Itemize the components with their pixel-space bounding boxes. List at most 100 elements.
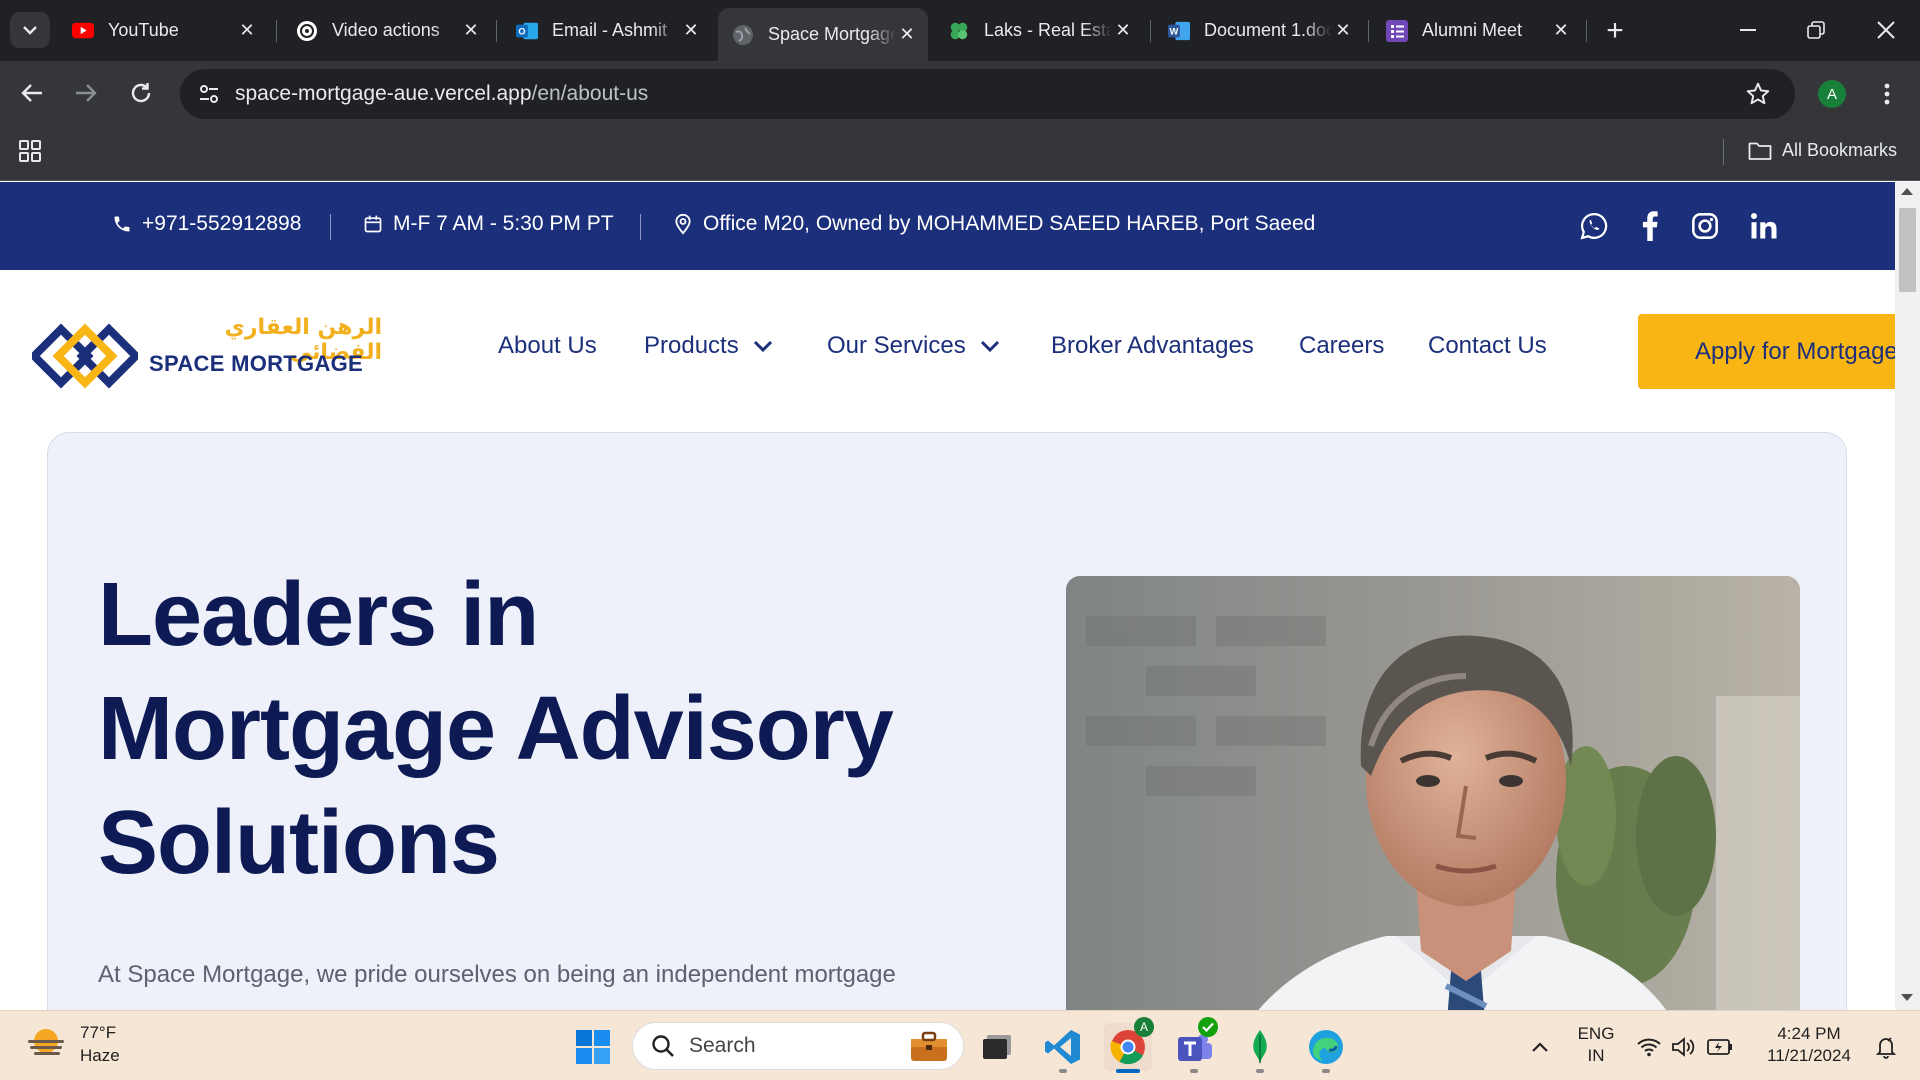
calendar-icon (364, 215, 382, 233)
phone-link[interactable]: +971-552912898 (112, 212, 301, 236)
reload-button[interactable] (121, 73, 161, 113)
browser-tab-strip: YouTube ✕ Video actions ✕ O Email - Ashm… (0, 0, 1920, 61)
tab-alumni-meet[interactable]: Alumni Meet ✕ (1372, 12, 1582, 49)
weather-temp: 77°F (80, 1023, 117, 1042)
close-icon[interactable]: ✕ (1550, 20, 1572, 42)
chrome-profile-badge: A (1134, 1017, 1154, 1037)
close-icon[interactable]: ✕ (236, 20, 258, 42)
url-host: space-mortgage-aue.vercel.app (235, 82, 532, 105)
mongodb-taskbar-icon[interactable] (1236, 1023, 1284, 1071)
check-badge-icon (1198, 1017, 1218, 1037)
running-indicator (1190, 1069, 1198, 1073)
clock[interactable]: 4:24 PM 11/21/2024 (1754, 1023, 1864, 1067)
nav-label: Broker Advantages (1051, 332, 1254, 359)
whatsapp-icon[interactable] (1576, 208, 1612, 244)
close-icon[interactable]: ✕ (1332, 20, 1354, 42)
search-icon (652, 1035, 674, 1057)
close-window-button[interactable] (1856, 6, 1916, 54)
scrollbar-thumb[interactable] (1899, 208, 1916, 292)
minimize-button[interactable] (1718, 6, 1778, 54)
edge-taskbar-icon[interactable] (1302, 1023, 1350, 1071)
tab-divider (1586, 20, 1587, 42)
notifications-button[interactable] (1866, 1023, 1906, 1071)
teams-taskbar-icon[interactable] (1170, 1017, 1218, 1071)
tab-search-button[interactable] (10, 12, 50, 48)
tab-email[interactable]: O Email - Ashmit ✕ (502, 12, 712, 49)
arrow-left-icon (21, 84, 42, 102)
tab-youtube[interactable]: YouTube ✕ (58, 12, 268, 49)
office-address[interactable]: Office M20, Owned by MOHAMMED SAEED HARE… (673, 212, 1315, 236)
apply-for-mortgage-button[interactable]: Apply for Mortgage (1638, 314, 1908, 389)
chevron-up-icon (1532, 1042, 1548, 1052)
nav-careers[interactable]: Careers (1299, 332, 1384, 360)
taskbar-search-box[interactable]: Search (632, 1022, 964, 1070)
lang-bottom: IN (1587, 1046, 1605, 1065)
folder-icon (1748, 142, 1772, 160)
nav-broker-advantages[interactable]: Broker Advantages (1051, 332, 1254, 360)
tab-document[interactable]: W Document 1.docx ✕ (1154, 12, 1364, 49)
hero-section: Leaders in Mortgage Advisory Solutions A… (47, 432, 1847, 1010)
restore-button[interactable] (1786, 6, 1846, 54)
forward-button[interactable] (66, 73, 106, 113)
tab-divider (276, 20, 277, 42)
vscode-taskbar-icon[interactable] (1039, 1023, 1087, 1071)
task-view-button[interactable] (973, 1023, 1021, 1071)
apps-grid-icon[interactable] (18, 139, 42, 168)
windows-logo-icon (576, 1030, 610, 1064)
nav-products[interactable]: Products (644, 332, 773, 360)
nav-contact-us[interactable]: Contact Us (1428, 332, 1547, 360)
brand-logo[interactable]: الرهن العقاري الفضائي SPACE MORTGAGE (32, 315, 382, 395)
profile-avatar[interactable]: A (1818, 80, 1846, 108)
close-icon[interactable]: ✕ (896, 24, 918, 46)
facebook-icon[interactable] (1632, 208, 1668, 244)
close-icon[interactable]: ✕ (1112, 20, 1134, 42)
chevron-down-icon (23, 26, 37, 35)
nav-about-us[interactable]: About Us (498, 332, 597, 360)
running-indicator (1059, 1069, 1067, 1073)
tab-video-actions[interactable]: Video actions ✕ (282, 12, 492, 49)
hero-description: At Space Mortgage, we pride ourselves on… (98, 961, 896, 988)
linkedin-icon[interactable] (1746, 208, 1782, 244)
office-hours-text: M-F 7 AM - 5:30 PM PT (393, 212, 614, 235)
battery-charging-icon (1707, 1039, 1732, 1055)
nav-our-services[interactable]: Our Services (827, 332, 1000, 360)
chatgpt-icon (296, 20, 318, 42)
clock-time: 4:24 PM (1777, 1024, 1841, 1043)
instagram-icon[interactable] (1687, 208, 1723, 244)
close-icon (1877, 21, 1895, 39)
advisor-photo-illustration (1066, 576, 1800, 1010)
scroll-up-arrow[interactable] (1901, 188, 1913, 195)
browser-toolbar: space-mortgage-aue.vercel.app/en/about-u… (0, 61, 1920, 127)
language-indicator[interactable]: ENG IN (1576, 1023, 1616, 1067)
start-button[interactable] (569, 1023, 617, 1071)
site-info-icon[interactable] (194, 79, 224, 109)
weather-widget[interactable]: 77°F Haze (26, 1021, 120, 1067)
location-pin-icon (675, 213, 691, 235)
bookmark-star-button[interactable] (1745, 81, 1771, 112)
all-bookmarks-button[interactable]: All Bookmarks (1748, 140, 1897, 161)
chrome-taskbar-icon[interactable]: A (1104, 1017, 1154, 1071)
tab-space-mortgage[interactable]: Space Mortgage ✕ (718, 8, 928, 61)
tab-divider (1150, 20, 1151, 42)
hero-title: Leaders in Mortgage Advisory Solutions (98, 565, 894, 893)
tab-laks-real-estate[interactable]: Laks - Real Estate ✕ (934, 12, 1144, 49)
browser-menu-button[interactable] (1872, 77, 1902, 111)
show-hidden-icons-button[interactable] (1516, 1023, 1564, 1071)
back-button[interactable] (12, 73, 52, 113)
haze-sun-icon (28, 1029, 64, 1055)
page-scrollbar[interactable] (1895, 182, 1920, 1010)
bookmarks-divider (1723, 139, 1724, 165)
address-bar[interactable]: space-mortgage-aue.vercel.app/en/about-u… (180, 69, 1795, 119)
minimize-icon (1740, 29, 1756, 31)
tab-title: Alumni Meet (1422, 20, 1523, 40)
wifi-icon (1637, 1038, 1661, 1057)
close-icon[interactable]: ✕ (460, 20, 482, 42)
quick-settings-button[interactable] (1630, 1023, 1740, 1071)
close-icon[interactable]: ✕ (680, 20, 702, 42)
scroll-down-arrow[interactable] (1901, 994, 1913, 1001)
contact-divider (330, 214, 331, 240)
tab-divider (1368, 20, 1369, 42)
new-tab-button[interactable]: + (1598, 14, 1632, 48)
tab-title: Email - Ashmit (552, 20, 668, 40)
phone-number: +971-552912898 (142, 212, 302, 235)
